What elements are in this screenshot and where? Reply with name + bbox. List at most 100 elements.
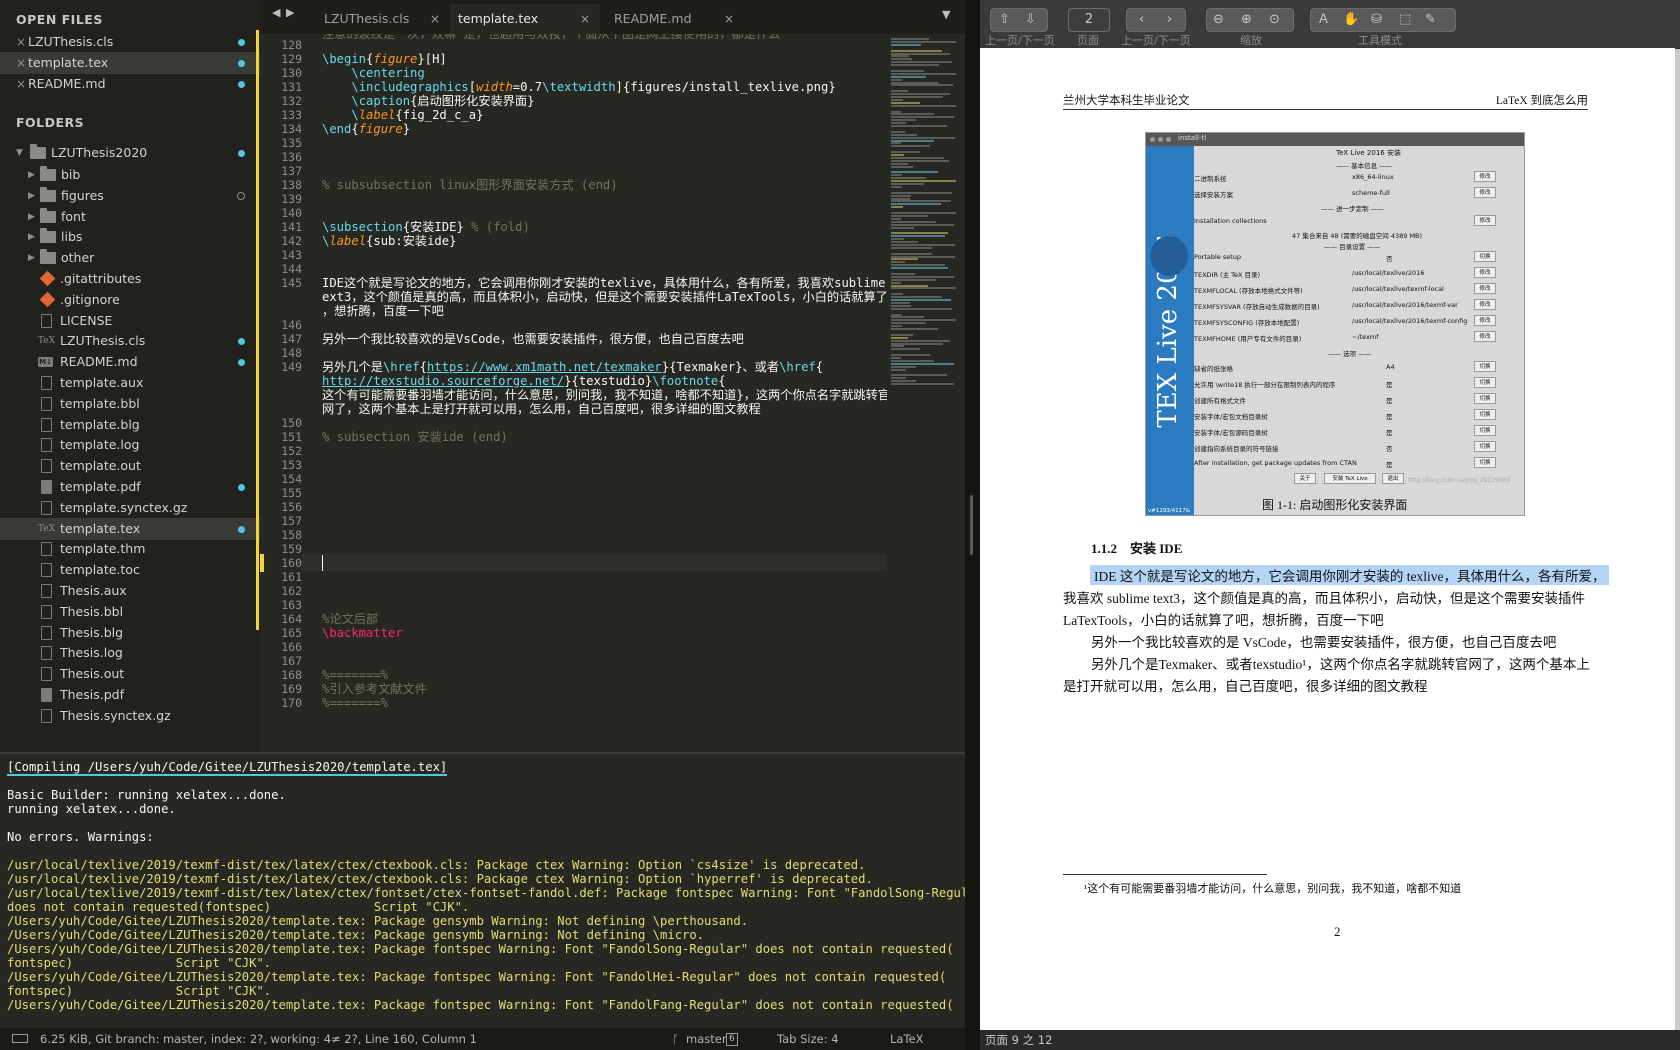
tree-item-template-pdf[interactable]: template.pdf (0, 476, 260, 498)
page-down-icon[interactable]: ⇩ (1025, 9, 1036, 31)
tree-item-template-blg[interactable]: template.blg (0, 414, 260, 436)
status-bar: 6.25 KiB, Git branch: master, index: 2?,… (0, 1028, 965, 1050)
tool-mode-control[interactable]: Ａ ✋ ⛁ ⬚ ✎ (1310, 8, 1456, 32)
sidebar-scrollbar[interactable] (256, 30, 259, 630)
open-file-item[interactable]: × template.tex (0, 52, 260, 74)
tree-item-template-log[interactable]: template.log (0, 434, 260, 456)
zoom-control[interactable]: ⊖ ⊕ ⊙ (1206, 8, 1294, 32)
tree-item-label: .gitignore (60, 291, 120, 307)
tab-size-label[interactable]: Tab Size: 4 (777, 1028, 839, 1050)
tree-item-thesis-log[interactable]: Thesis.log (0, 642, 260, 664)
zoom-in-icon[interactable]: ⊕ (1241, 9, 1252, 31)
zoom-fit-icon[interactable]: ⊙ (1269, 9, 1280, 31)
chevron-right-icon[interactable]: ▶ (28, 226, 35, 248)
zoom-out-icon[interactable]: ⊖ (1213, 9, 1224, 31)
tree-item-libs[interactable]: ▶ libs (0, 226, 260, 248)
tree-item-thesis-out[interactable]: Thesis.out (0, 663, 260, 685)
open-file-item[interactable]: × LZUThesis.cls (0, 31, 260, 53)
git-branch-label[interactable]: master (686, 1028, 727, 1050)
page-up-down-control[interactable]: ⇧ ⇩ (990, 8, 1048, 32)
syntax-label[interactable]: LaTeX (890, 1028, 923, 1050)
folder-icon (30, 144, 46, 159)
file-icon (41, 563, 52, 578)
chevron-right-icon[interactable]: ▶ (28, 164, 35, 186)
chevron-right-icon[interactable]: ▶ (28, 247, 35, 269)
minimap-line (891, 40, 956, 43)
tree-item-thesis-bbl[interactable]: Thesis.bbl (0, 601, 260, 623)
tab-nav-back-icon[interactable]: ◀ (272, 6, 280, 19)
tree-item-figures[interactable]: ▶ figures (0, 185, 260, 207)
close-icon[interactable]: × (16, 52, 26, 74)
tree-item-template-toc[interactable]: template.toc (0, 559, 260, 581)
modified-dot-icon (238, 39, 245, 46)
paragraph-highlighted[interactable]: IDE 这个就是写论文的地方，它会调用你刚才安装的 texlive，具体用什么，… (1090, 565, 1610, 585)
tree-item--gitignore[interactable]: .gitignore (0, 289, 260, 311)
minimap-line (891, 301, 910, 304)
tree-item-lzuthesis-cls[interactable]: TeX LZUThesis.cls (0, 330, 260, 352)
tree-item-template-synctex-gz[interactable]: template.synctex.gz (0, 497, 260, 519)
tree-item-template-tex[interactable]: TeX template.tex (0, 517, 260, 540)
close-icon[interactable]: × (580, 4, 590, 34)
tree-item-thesis-pdf[interactable]: Thesis.pdf (0, 684, 260, 706)
page-number-input[interactable]: 2 (1068, 8, 1110, 32)
line-number: 128 (281, 38, 302, 52)
minimap-line (891, 307, 952, 310)
pdf-page[interactable]: 兰州大学本科生毕业论文 LaTeX 到底怎么用 install-tl TEX L… (980, 48, 1675, 1030)
annotate-tool-icon[interactable]: ⛁ (1371, 9, 1382, 31)
window-split-divider[interactable] (965, 0, 980, 1050)
tree-item-thesis-synctex-gz[interactable]: Thesis.synctex.gz (0, 705, 260, 727)
tree-item--gitattributes[interactable]: .gitattributes (0, 268, 260, 290)
tree-item-font[interactable]: ▶ font (0, 206, 260, 228)
chevron-down-icon[interactable]: ▼ (16, 142, 23, 164)
tab-template-tex[interactable]: template.tex × (450, 4, 600, 34)
split-handle[interactable] (970, 495, 973, 555)
back-forward-control[interactable]: ‹ › (1126, 8, 1186, 32)
close-icon[interactable]: × (16, 31, 26, 53)
installer-row-value: A4 (1386, 363, 1395, 371)
line-number-gutter: 128 129 130 131 132 133 134 135 136 137 138 139 140 1… (260, 34, 302, 752)
line-number: 158 (281, 528, 302, 542)
tree-item-license[interactable]: LICENSE (0, 310, 260, 332)
close-icon[interactable]: × (430, 4, 440, 34)
chevron-right-icon[interactable]: ▶ (28, 185, 35, 207)
hand-tool-icon[interactable]: ✋ (1343, 9, 1359, 31)
tab-readme-md[interactable]: README.md × (600, 4, 748, 34)
tree-item-template-out[interactable]: template.out (0, 455, 260, 477)
tree-item-template-thm[interactable]: template.thm (0, 538, 260, 560)
line-number: 155 (281, 486, 302, 500)
installer-row-label: TEXMFSYSCONFIG (存放本地配置) (1194, 319, 1300, 327)
panel-toggle-icon[interactable] (12, 1034, 28, 1043)
tab-menu-chevron-down-icon[interactable]: ▼ (942, 8, 950, 21)
code-editor[interactable]: 注意的波纹是一次，双嘛 是，也超用与双按，个面从个图是网上搜使用的，都是什么 \… (302, 34, 887, 752)
minimap[interactable] (887, 34, 965, 752)
toolbar-label-backfwd: 上一页/下一页 (1121, 34, 1191, 47)
tab-lzuthesis-cls[interactable]: LZUThesis.cls × (302, 4, 450, 34)
folder-root[interactable]: ▼ LZUThesis2020 (0, 142, 260, 164)
tree-item-template-bbl[interactable]: template.bbl (0, 393, 260, 415)
chevron-left-icon[interactable]: ‹ (1139, 9, 1144, 31)
pdf-file-icon (41, 688, 52, 702)
tab-nav-forward-icon[interactable]: ▶ (286, 6, 294, 19)
installer-exit-button: 退出 (1382, 473, 1404, 484)
tree-item-readme-md[interactable]: M↓ README.md (0, 351, 260, 373)
installer-row-button: 切换 (1474, 361, 1496, 372)
close-icon[interactable]: × (16, 73, 26, 95)
tree-item-thesis-aux[interactable]: Thesis.aux (0, 580, 260, 602)
open-file-item[interactable]: × README.md (0, 73, 260, 95)
pen-tool-icon[interactable]: ✎ (1425, 9, 1436, 31)
tree-item-thesis-blg[interactable]: Thesis.blg (0, 622, 260, 644)
chevron-right-icon[interactable]: › (1167, 9, 1172, 31)
select-tool-icon[interactable]: ⬚ (1399, 9, 1411, 31)
tree-item-bib[interactable]: ▶ bib (0, 164, 260, 186)
folder-icon (40, 186, 56, 202)
minimap-line (891, 380, 917, 383)
tree-item-label: Thesis.out (60, 666, 125, 682)
tree-item-template-aux[interactable]: template.aux (0, 372, 260, 394)
tree-item-other[interactable]: ▶ other (0, 247, 260, 269)
chevron-right-icon[interactable]: ▶ (28, 206, 35, 228)
text-tool-icon[interactable]: Ａ (1317, 9, 1330, 31)
minimap-line (891, 220, 937, 223)
build-output-panel[interactable]: [Compiling /Users/yuh/Code/Gitee/LZUThes… (0, 752, 965, 1030)
page-up-icon[interactable]: ⇧ (999, 9, 1010, 31)
close-icon[interactable]: × (724, 4, 734, 34)
